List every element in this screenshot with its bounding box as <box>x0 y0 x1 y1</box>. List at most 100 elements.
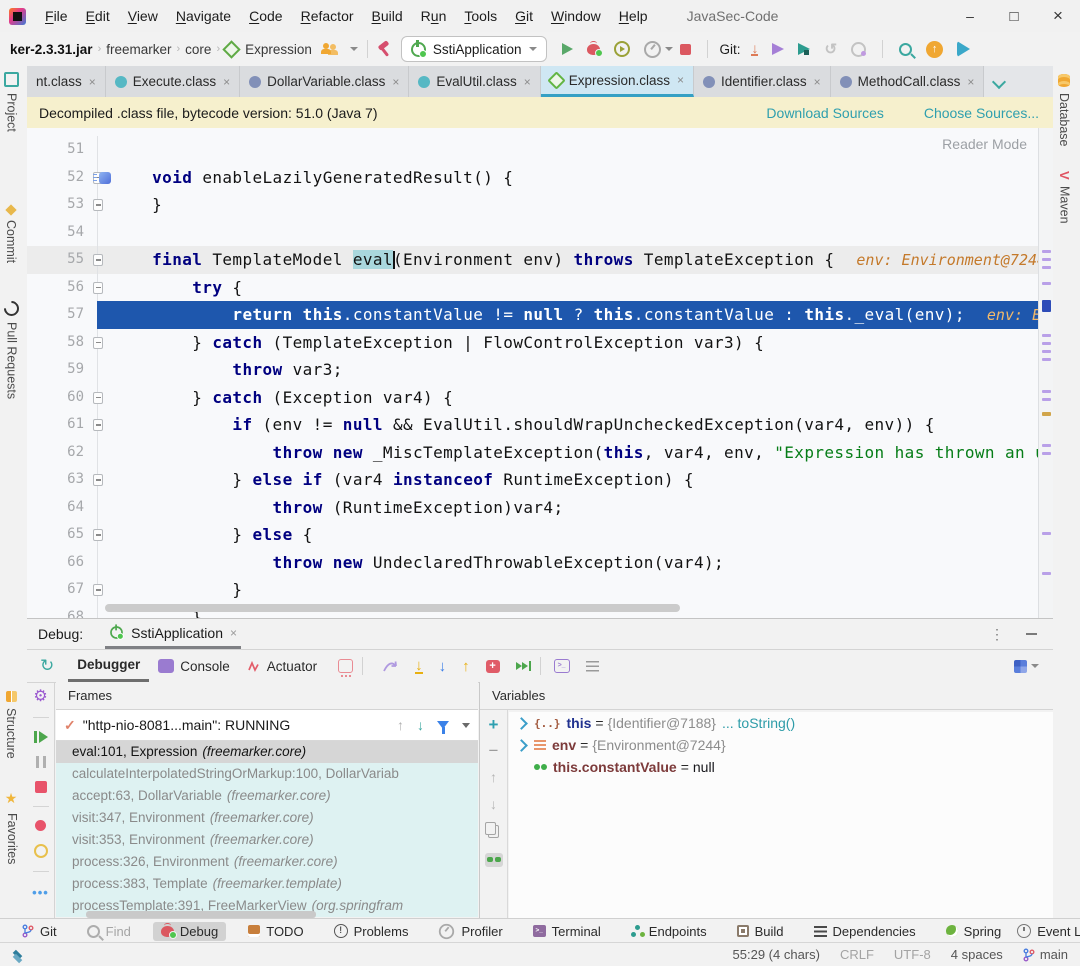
variable-row[interactable]: this.constantValue=null <box>509 756 1053 778</box>
code-line[interactable]: 55 final TemplateModel eval(Environment … <box>27 246 1039 274</box>
minimize-button[interactable]: – <box>948 8 992 24</box>
encoding-indicator[interactable]: UTF-8 <box>894 947 931 962</box>
frame-row[interactable]: visit:353, Environment(freemarker.core) <box>56 829 478 851</box>
stripe-mark[interactable] <box>1042 358 1051 361</box>
evaluate-console-icon[interactable]: >_ <box>554 659 570 673</box>
remove-watch-icon[interactable]: − <box>489 746 499 756</box>
editor-error-stripe[interactable] <box>1038 128 1053 618</box>
run-configuration-select[interactable]: SstiApplication <box>401 36 548 62</box>
debug-minimize-icon[interactable] <box>1026 633 1037 635</box>
tab-close-icon[interactable]: × <box>814 75 821 89</box>
frame-row[interactable]: process:326, Environment(freemarker.core… <box>56 851 478 873</box>
coverage-button[interactable] <box>614 41 630 57</box>
stripe-mark[interactable] <box>1042 390 1051 393</box>
stripe-mark[interactable] <box>1042 282 1051 285</box>
code-line[interactable]: 61 if (env != null && EvalUtil.shouldWra… <box>27 411 1039 439</box>
event-log-button[interactable]: Event Log <box>1009 922 1080 941</box>
stack-icon[interactable] <box>12 949 24 961</box>
run-to-cursor-icon[interactable] <box>516 661 531 671</box>
stripe-mark[interactable] <box>1042 412 1051 416</box>
stripe-mark[interactable] <box>1042 342 1051 345</box>
stripe-mark[interactable] <box>1042 350 1051 353</box>
menu-view[interactable]: View <box>119 8 167 24</box>
sidebar-item-maven[interactable]: VMaven <box>1057 171 1072 223</box>
step-out-icon[interactable]: ↑ <box>462 660 470 673</box>
code-line[interactable]: 63 } else if (var4 instanceof RuntimeExc… <box>27 466 1039 494</box>
step-into-icon[interactable]: ↓ <box>415 659 423 674</box>
tool-window-button-todo[interactable]: TODO <box>240 922 311 941</box>
code-line[interactable]: 51 <box>27 136 1039 164</box>
code-with-me-users-icon[interactable] <box>321 43 339 55</box>
tab-close-icon[interactable]: × <box>967 75 974 89</box>
stripe-mark[interactable] <box>1042 572 1051 575</box>
stop-button[interactable] <box>680 44 691 55</box>
fold-marker-icon[interactable] <box>93 337 103 349</box>
more-actions-icon[interactable]: ••• <box>32 885 49 900</box>
variable-tostring-hint[interactable]: ... toString() <box>722 715 795 731</box>
variable-row[interactable]: {..}this={Identifier@7188}... toString() <box>509 712 1053 734</box>
hotswap-icon[interactable] <box>338 659 353 673</box>
hidden-tabs-icon[interactable] <box>992 74 1006 88</box>
breadcrumb-item[interactable]: ker-2.3.31.jar <box>10 42 93 57</box>
reader-mode-label[interactable]: Reader Mode <box>942 136 1027 152</box>
tool-window-button-terminal[interactable]: >_Terminal <box>525 922 609 941</box>
tab-close-icon[interactable]: × <box>89 75 96 89</box>
code-line[interactable]: 67 } <box>27 576 1039 604</box>
profiler-dropdown-icon[interactable] <box>665 47 673 51</box>
tool-window-button-find[interactable]: Find <box>79 922 139 941</box>
fold-marker-icon[interactable] <box>93 529 103 541</box>
menu-code[interactable]: Code <box>240 8 291 24</box>
search-everywhere-icon[interactable] <box>899 43 912 56</box>
expand-chevron-icon[interactable] <box>515 717 528 730</box>
tool-window-button-build[interactable]: Build <box>729 922 792 941</box>
editor-tab-dollarvariable-class[interactable]: DollarVariable.class× <box>240 66 409 97</box>
fold-marker-icon[interactable] <box>93 282 103 294</box>
rerun-icon[interactable]: ↻ <box>40 656 54 676</box>
fold-marker-icon[interactable] <box>93 584 103 596</box>
drop-frame-icon[interactable]: + <box>486 660 500 673</box>
git-update-icon[interactable]: ↓ <box>751 42 758 56</box>
editor-tab-methodcall-class[interactable]: MethodCall.class× <box>831 66 985 97</box>
code-line[interactable]: 60 } catch (Exception var4) { <box>27 384 1039 412</box>
fold-marker-icon[interactable] <box>93 419 103 431</box>
menu-navigate[interactable]: Navigate <box>167 8 240 24</box>
git-history-icon[interactable]: ↺ <box>824 40 837 58</box>
menu-window[interactable]: Window <box>542 8 610 24</box>
git-rollback-icon[interactable] <box>851 42 866 57</box>
ide-update-icon[interactable]: ↑ <box>926 41 943 58</box>
hide-frames-filter-icon[interactable] <box>437 721 449 729</box>
tool-window-button-git[interactable]: Git <box>14 922 65 941</box>
debug-button[interactable] <box>587 44 600 55</box>
build-hammer-icon[interactable] <box>377 41 393 57</box>
sidebar-item-favorites[interactable]: ★Favorites <box>4 791 20 864</box>
code-line[interactable]: 57 return this.constantValue != null ? t… <box>27 301 1039 329</box>
code-with-me-dropdown-icon[interactable] <box>350 47 358 51</box>
tool-window-button-problems[interactable]: !Problems <box>326 922 417 941</box>
editor-tab-evalutil-class[interactable]: EvalUtil.class× <box>409 66 540 97</box>
menu-edit[interactable]: Edit <box>77 8 119 24</box>
move-watch-up-icon[interactable]: ↑ <box>490 771 497 783</box>
stripe-mark[interactable] <box>1042 300 1051 312</box>
stripe-mark[interactable] <box>1042 334 1051 337</box>
gradle-reload-icon[interactable] <box>957 41 970 57</box>
editor-horizontal-scrollbar[interactable] <box>105 604 680 612</box>
sidebar-item-database[interactable]: Database <box>1057 74 1071 147</box>
debug-tab-debugger[interactable]: Debugger <box>68 650 149 682</box>
method-gutter-icon[interactable] <box>99 172 111 184</box>
debug-options-icon[interactable]: ⋮ <box>990 626 1004 643</box>
code-line[interactable]: 56 try { <box>27 274 1039 302</box>
step-over-icon[interactable] <box>382 661 399 672</box>
git-push-icon[interactable] <box>772 43 784 55</box>
expand-chevron-icon[interactable] <box>515 739 528 752</box>
code-editor[interactable]: Reader Mode 5152 void enableLazilyGenera… <box>27 128 1053 618</box>
resume-program-icon[interactable] <box>34 731 48 743</box>
download-sources-link[interactable]: Download Sources <box>766 105 884 121</box>
menu-git[interactable]: Git <box>506 8 542 24</box>
pause-program-icon[interactable] <box>36 756 46 768</box>
tool-window-button-profiler[interactable]: Profiler <box>430 921 510 942</box>
mute-breakpoints-icon[interactable] <box>34 844 48 858</box>
show-watches-icon[interactable] <box>485 853 503 867</box>
tool-window-button-spring[interactable]: Spring <box>938 922 1010 941</box>
fold-marker-icon[interactable] <box>93 392 103 404</box>
frames-horizontal-scrollbar[interactable] <box>86 911 316 918</box>
